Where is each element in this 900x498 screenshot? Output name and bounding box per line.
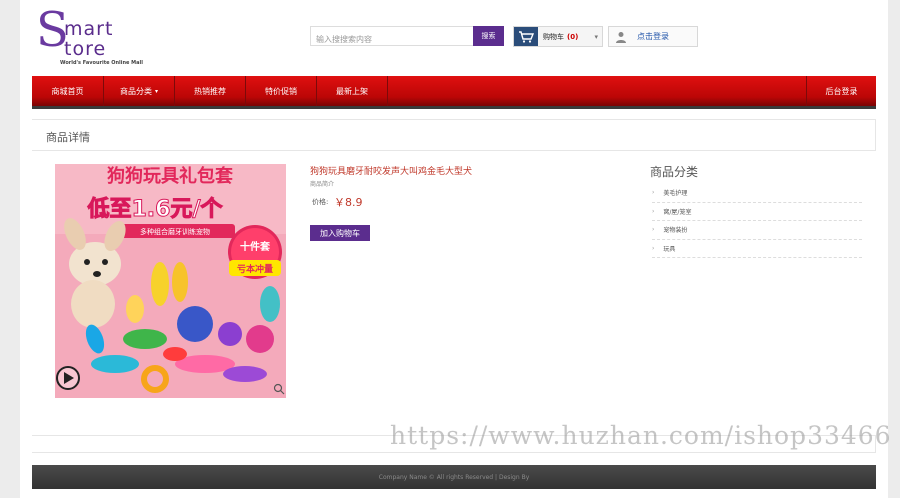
bullet-icon: › [652,207,655,215]
watermark: https://www.huzhan.com/ishop33466 [390,421,892,450]
nav-item-home[interactable]: 商城首页 [32,76,104,106]
product-title[interactable]: 狗狗玩具磨牙耐咬发声大叫鸡金毛大型犬 [310,164,472,177]
nav-item-label: 后台登录 [825,86,858,96]
product-image[interactable]: 狗狗玩具礼包套 低至1.6元/个 多种组合磨牙训练宠物 十件套 亏本冲量 [55,164,286,398]
logo-tagline: World's Favourite Online Mall [60,60,143,66]
image-price-line: 低至1.6元/个 [86,197,223,222]
login-label: 点击登录 [637,32,669,41]
bullet-icon: › [652,189,655,197]
nav-item-sale[interactable]: 特价促销 [246,76,317,106]
nav-item-label: 最新上架 [336,86,368,96]
nav-item-admin-login[interactable]: 后台登录 [806,76,876,106]
nav-item-label: 商城首页 [51,86,84,96]
site-logo[interactable]: S mart tore World's Favourite Online Mal… [36,6,156,66]
category-label: 宠物装扮 [663,227,688,235]
category-label: 窝/屋/笼室 [663,208,692,216]
image-badge-2: 亏本冲量 [237,263,273,275]
bullet-icon: › [652,244,655,252]
nav-divider [32,106,876,109]
search-box [310,26,474,49]
nav-item-label: 特价促销 [265,86,297,96]
price-label: 价格: [312,198,329,206]
cart-dropdown[interactable]: 购物车 (0) ▾ [513,26,603,47]
login-button[interactable]: 点击登录 [608,26,698,47]
footer: Company Name © All rights Reserved | Des… [32,465,876,489]
category-label: 玩具 [663,245,676,253]
image-badge-1: 十件套 [240,240,271,253]
user-icon [616,31,626,43]
category-item[interactable]: › 美毛护理 [652,184,862,203]
category-list: › 美毛护理 › 窝/屋/笼室 › 宠物装扮 › 玩具 [652,184,862,258]
cart-icon [514,27,538,46]
cart-count: (0) [567,32,579,41]
search-input[interactable] [311,30,473,49]
footer-copyright: Company Name © All rights Reserved | Des… [378,473,530,481]
logo-word-mart: mart [64,18,114,40]
add-to-cart-button[interactable]: 加入购物车 [310,225,370,241]
bullet-icon: › [652,226,655,234]
category-item[interactable]: › 玩具 [652,240,862,258]
section-header: 商品详情 [32,119,876,151]
search-button[interactable]: 搜索 [473,26,504,46]
nav-item-new[interactable]: 最新上架 [317,76,388,106]
main-nav: 商城首页 商品分类 ▾ 热销推荐 特价促销 最新上架 后台登录 [32,76,876,106]
category-item[interactable]: › 窝/屋/笼室 [652,203,862,221]
caret-down-icon: ▾ [154,87,158,95]
nav-item-categories[interactable]: 商品分类 ▾ [104,76,175,106]
product-summary-label: 商品简介 [310,181,335,188]
logo-word-tore: tore [64,38,107,60]
cart-label: 购物车 [543,32,564,41]
price-value: ￥8.9 [334,196,363,209]
category-label: 美毛护理 [663,190,688,198]
category-item[interactable]: › 宠物装扮 [652,221,862,240]
section-title: 商品详情 [46,131,90,144]
nav-item-hot[interactable]: 热销推荐 [175,76,246,106]
image-subline: 多种组合磨牙训练宠物 [140,227,210,236]
nav-item-label: 热销推荐 [194,86,226,96]
nav-item-label: 商品分类 [119,86,152,96]
image-headline: 狗狗玩具礼包套 [107,165,233,187]
page-container: S mart tore World's Favourite Online Mal… [20,0,891,498]
category-title: 商品分类 [650,165,699,179]
chevron-down-icon: ▾ [594,32,598,41]
